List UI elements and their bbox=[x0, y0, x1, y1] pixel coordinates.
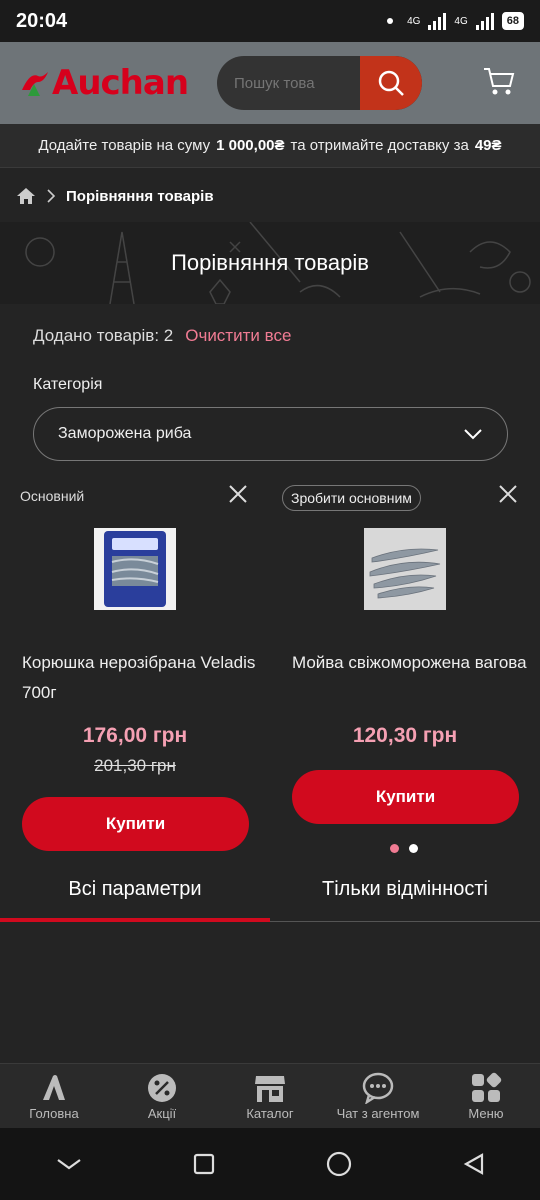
tab-all-params[interactable]: Всі параметри bbox=[0, 862, 270, 922]
product-image[interactable] bbox=[364, 528, 446, 610]
nav-home-label: Головна bbox=[29, 1106, 79, 1121]
logo-text: Auchan bbox=[52, 63, 189, 103]
system-navigation-bar bbox=[0, 1128, 540, 1200]
clear-all-link[interactable]: Очистити все bbox=[185, 326, 291, 346]
added-count: Додано товарів: 2 bbox=[33, 326, 174, 345]
buy-button[interactable]: Купити bbox=[292, 770, 519, 824]
status-time: 20:04 bbox=[16, 9, 68, 32]
auchan-logo[interactable]: Auchan bbox=[20, 63, 189, 103]
bottom-navigation: Головна Акції Каталог Чат з агентом Меню bbox=[0, 1063, 540, 1128]
product-image[interactable] bbox=[94, 528, 176, 610]
nav-menu-label: Меню bbox=[468, 1106, 504, 1121]
breadcrumb-current: Порівняння товарів bbox=[66, 187, 214, 205]
page-banner: Порівняння товарів bbox=[0, 222, 540, 304]
compare-summary: Додано товарів: 2 Очистити все bbox=[33, 326, 291, 346]
promo-fee: 49₴ bbox=[474, 137, 502, 154]
close-icon[interactable] bbox=[497, 483, 519, 505]
recent-apps-icon[interactable] bbox=[192, 1152, 216, 1176]
search-icon bbox=[378, 70, 404, 96]
delivery-promo-bar: Додайте товарів на суму 1 000,00₴ та отр… bbox=[0, 124, 540, 168]
signal-icon-2 bbox=[475, 12, 494, 30]
product-name[interactable]: Корюшка нерозібрана Veladis 700г bbox=[22, 648, 262, 708]
back-icon[interactable] bbox=[462, 1152, 486, 1176]
search-input[interactable] bbox=[217, 74, 360, 92]
product-card: Зробити основним Мойва свіжоморожена ваг… bbox=[270, 480, 540, 860]
nav-chat[interactable]: Чат з агентом bbox=[324, 1064, 432, 1128]
make-main-button[interactable]: Зробити основним bbox=[282, 485, 421, 511]
nav-catalog-label: Каталог bbox=[246, 1106, 294, 1121]
product-name[interactable]: Мойва свіжоморожена вагова bbox=[292, 648, 532, 678]
status-icons: 4G 4G 68 bbox=[387, 12, 524, 30]
network-label-1: 4G bbox=[407, 15, 421, 27]
close-icon[interactable] bbox=[227, 483, 249, 505]
carousel-dot-active[interactable] bbox=[390, 844, 399, 853]
product-price: 120,30 грн bbox=[352, 724, 458, 747]
compare-tabs: Всі параметри Тільки відмінності bbox=[0, 862, 540, 922]
carousel-dots bbox=[390, 844, 418, 853]
nav-chat-label: Чат з агентом bbox=[336, 1106, 420, 1121]
category-select[interactable]: Заморожена риба bbox=[33, 407, 508, 461]
promo-amount: 1 000,00₴ bbox=[216, 137, 285, 154]
page-title: Порівняння товарів bbox=[171, 250, 369, 275]
product-card: Основний Корюшка нерозібрана Veladis 700… bbox=[0, 480, 270, 860]
main-product-label: Основний bbox=[20, 488, 85, 504]
carousel-dot[interactable] bbox=[409, 844, 418, 853]
store-icon bbox=[255, 1076, 285, 1102]
search-button[interactable] bbox=[360, 56, 422, 110]
chevron-down-icon bbox=[464, 429, 482, 440]
home-icon bbox=[43, 1075, 65, 1100]
bird-logo-icon bbox=[22, 72, 48, 96]
collapse-chevron-icon[interactable] bbox=[55, 1156, 83, 1172]
notification-dot-icon bbox=[387, 18, 394, 24]
menu-icon bbox=[472, 1072, 502, 1102]
product-price: 176,00 грн bbox=[82, 724, 188, 747]
home-icon[interactable] bbox=[16, 187, 36, 205]
home-button-icon[interactable] bbox=[325, 1150, 353, 1178]
chat-icon bbox=[362, 1072, 394, 1104]
app-header: Auchan bbox=[0, 42, 540, 124]
nav-promotions-label: Акції bbox=[147, 1106, 177, 1121]
nav-promotions[interactable]: Акції bbox=[108, 1064, 216, 1128]
nav-menu[interactable]: Меню bbox=[432, 1064, 540, 1128]
breadcrumb: Порівняння товарів bbox=[0, 170, 540, 222]
search-bar[interactable] bbox=[217, 56, 422, 110]
promo-text-1: Додайте товарів на суму bbox=[38, 137, 211, 154]
nav-catalog[interactable]: Каталог bbox=[216, 1064, 324, 1128]
nav-home[interactable]: Головна bbox=[0, 1064, 108, 1128]
category-label: Категорія bbox=[33, 376, 103, 393]
product-old-price: 201,30 грн bbox=[94, 756, 176, 775]
cart-icon[interactable] bbox=[482, 64, 516, 98]
buy-button[interactable]: Купити bbox=[22, 797, 249, 851]
signal-icon bbox=[428, 12, 447, 30]
status-bar: 20:04 4G 4G 68 bbox=[0, 0, 540, 42]
network-label-2: 4G bbox=[454, 15, 468, 27]
promo-text-2: та отримайте доставку за bbox=[290, 137, 469, 154]
chevron-right-icon bbox=[47, 189, 56, 203]
tab-differences-only[interactable]: Тільки відмінності bbox=[270, 862, 540, 921]
category-selected: Заморожена риба bbox=[58, 425, 192, 442]
battery-icon: 68 bbox=[501, 12, 524, 30]
discount-icon bbox=[148, 1074, 176, 1102]
